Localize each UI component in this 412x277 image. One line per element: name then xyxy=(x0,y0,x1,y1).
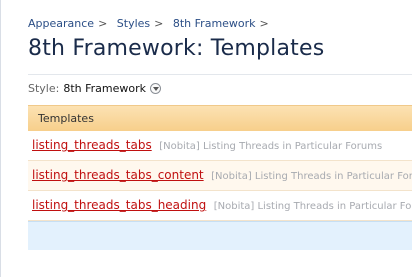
list-item: listing_threads_tabs [Nobita] Listing Th… xyxy=(28,131,412,161)
template-description: [Nobita] Listing Threads in Particular F… xyxy=(159,141,383,152)
breadcrumb: Appearance > Styles > 8th Framework > xyxy=(28,17,275,30)
page-content-empty xyxy=(28,250,412,277)
template-description: [Nobita] Listing Threads in Particular F… xyxy=(211,171,412,182)
template-link[interactable]: listing_threads_tabs_content xyxy=(32,168,204,182)
breadcrumb-appearance[interactable]: Appearance xyxy=(28,17,94,30)
list-footer xyxy=(28,221,412,250)
breadcrumb-styles[interactable]: Styles xyxy=(117,17,150,30)
style-value[interactable]: 8th Framework xyxy=(63,82,146,95)
breadcrumb-separator: > xyxy=(154,17,164,30)
style-label: Style: xyxy=(28,82,60,95)
template-description: [Nobita] Listing Threads in Particular F… xyxy=(213,201,412,212)
list-item: listing_threads_tabs_heading [Nobita] Li… xyxy=(28,191,412,221)
admin-page: Appearance > Styles > 8th Framework > 8th F… xyxy=(0,0,412,277)
page-title: 8th Framework: Templates xyxy=(28,36,325,61)
breadcrumb-separator: > xyxy=(259,17,269,30)
divider xyxy=(28,74,412,75)
list-item: listing_threads_tabs_content [Nobita] Li… xyxy=(28,161,412,191)
breadcrumb-8th-framework[interactable]: 8th Framework xyxy=(173,17,256,30)
template-link[interactable]: listing_threads_tabs xyxy=(32,138,152,152)
template-list: Templates listing_threads_tabs [Nobita] … xyxy=(28,105,412,277)
list-header: Templates xyxy=(28,106,412,131)
style-selector: Style: 8th Framework xyxy=(28,82,162,95)
breadcrumb-separator: > xyxy=(98,17,108,30)
chevron-down-icon[interactable] xyxy=(150,83,162,94)
template-link[interactable]: listing_threads_tabs_heading xyxy=(32,198,206,212)
